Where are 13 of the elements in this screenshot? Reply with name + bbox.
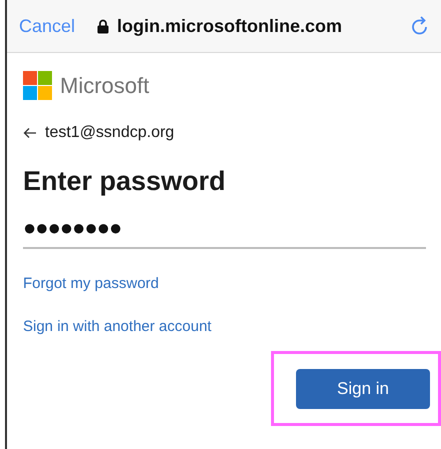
sign-in-button[interactable]: Sign in xyxy=(296,369,430,409)
cancel-button[interactable]: Cancel xyxy=(19,16,76,36)
account-email: test1@ssndcp.org xyxy=(45,124,174,142)
link[interactable]: Sign in with another account xyxy=(23,318,212,335)
password-field[interactable]: ●●●●●●●● xyxy=(23,215,426,249)
brand-name: Microsoft xyxy=(60,72,150,98)
link[interactable]: Forgot my password xyxy=(23,275,159,292)
microsoft-logo-icon xyxy=(23,71,52,100)
back-arrow-icon[interactable] xyxy=(23,127,37,139)
reload-icon[interactable] xyxy=(411,16,429,36)
lock-icon xyxy=(97,18,110,34)
address-text: login.microsoftonline.com xyxy=(117,16,342,36)
page-heading: Enter password xyxy=(23,166,227,197)
